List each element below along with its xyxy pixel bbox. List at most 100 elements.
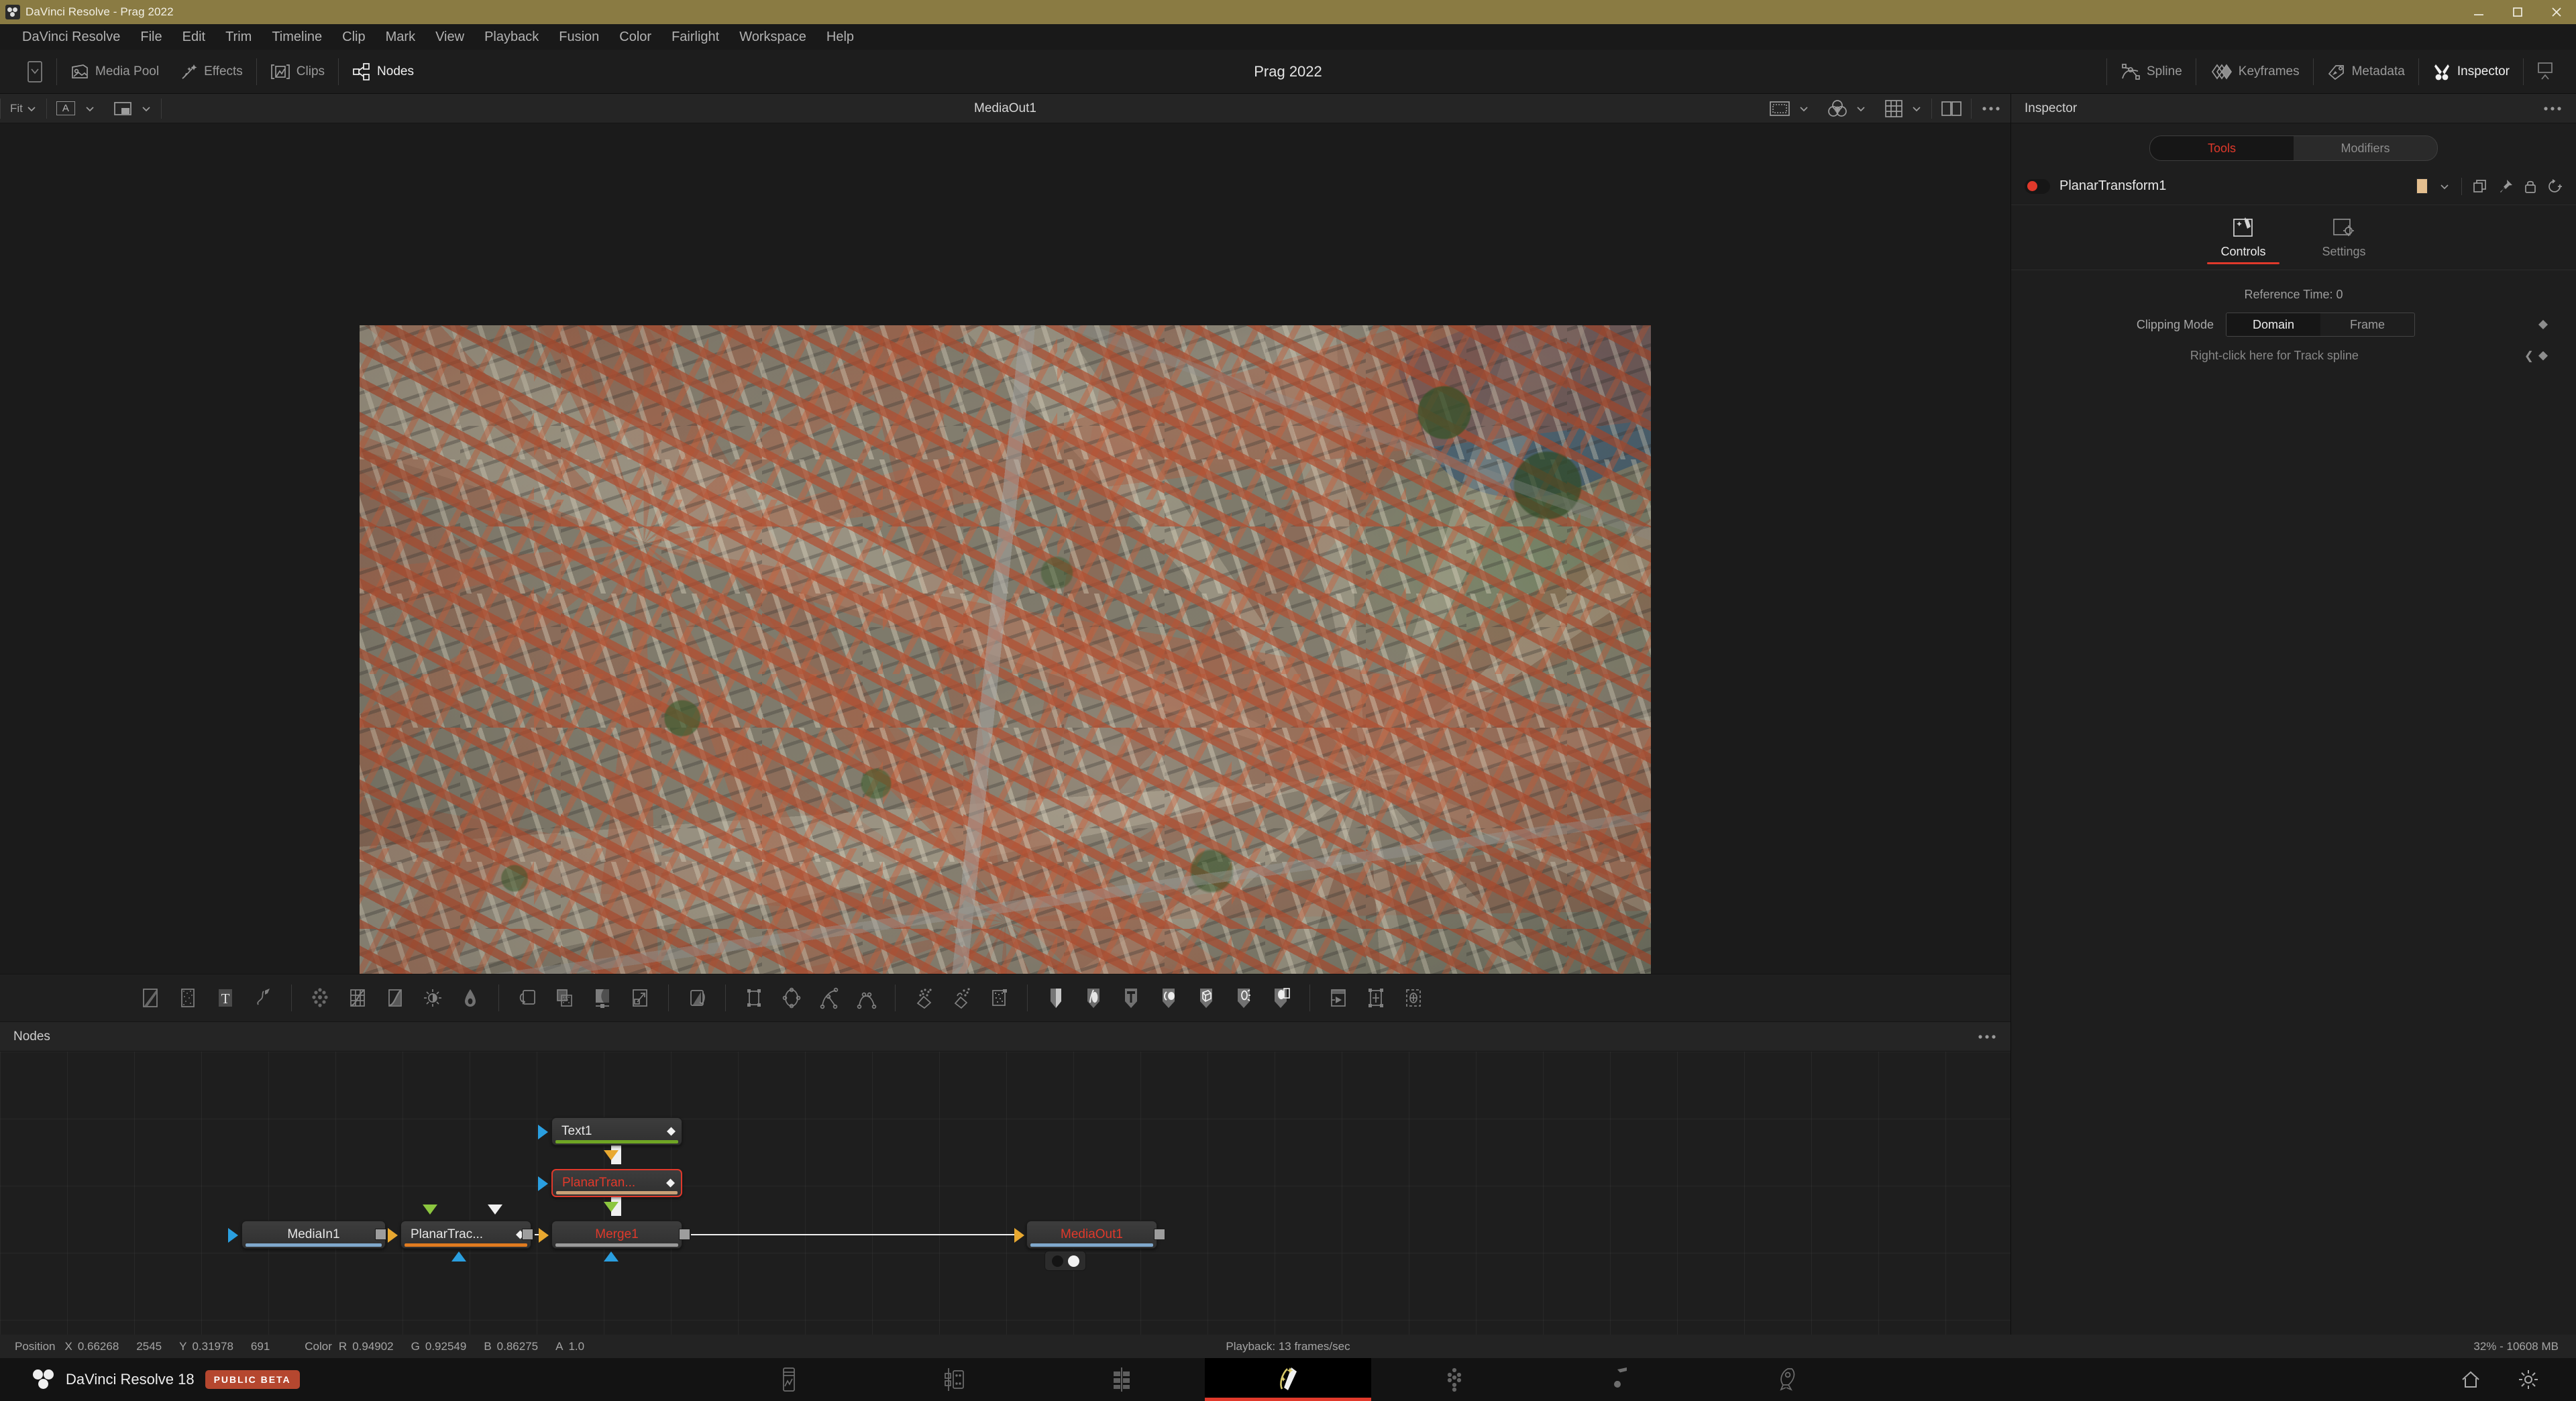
pin-icon[interactable] — [2498, 179, 2513, 194]
toolbar-clips[interactable]: Clips — [260, 56, 335, 87]
node-mediaout1-output-port[interactable] — [1154, 1229, 1165, 1240]
page-color[interactable] — [1371, 1358, 1538, 1401]
inspector-more-options-icon[interactable] — [2542, 105, 2563, 113]
node-mediaout1-input-arrow[interactable] — [1014, 1228, 1024, 1243]
page-fairlight[interactable] — [1538, 1358, 1704, 1401]
node-mediaout1-view-indicators[interactable] — [1044, 1251, 1086, 1271]
gradient-tool-icon[interactable] — [131, 980, 169, 1015]
node-planartransform1[interactable]: PlanarTran... — [551, 1169, 682, 1197]
page-edit[interactable] — [1038, 1358, 1205, 1401]
planar-tracker-icon[interactable] — [1395, 980, 1432, 1015]
brightness-contrast-icon[interactable] — [414, 980, 451, 1015]
node-text1[interactable]: Text1 — [551, 1117, 682, 1145]
menu-help[interactable]: Help — [816, 24, 864, 50]
clipping-mode-frame[interactable]: Frame — [2320, 313, 2414, 336]
reset-icon[interactable] — [2548, 178, 2563, 194]
close-icon[interactable] — [2537, 0, 2576, 24]
color-corrector-icon[interactable] — [339, 980, 376, 1015]
particle-render-icon[interactable] — [943, 980, 980, 1015]
menu-clip[interactable]: Clip — [332, 24, 375, 50]
node-graph-canvas[interactable]: Text1 PlanarTran... MediaIn1 PlanarTrac.… — [0, 1052, 2010, 1335]
keyframe-diamond-icon[interactable] — [2538, 320, 2548, 329]
chevron-left-icon[interactable]: ❮ — [2524, 349, 2534, 363]
layout-preset-icon[interactable] — [2526, 54, 2564, 89]
media-in-icon[interactable] — [1320, 980, 1357, 1015]
menu-workspace[interactable]: Workspace — [729, 24, 816, 50]
color-curves-icon[interactable] — [376, 980, 414, 1015]
page-media[interactable] — [706, 1358, 872, 1401]
node-text1-input-port[interactable] — [538, 1125, 548, 1139]
tab-settings[interactable]: Settings — [2308, 216, 2380, 270]
particle-kill-icon[interactable] — [980, 980, 1018, 1015]
track-spline-hint[interactable]: Right-click here for Track spline — [2025, 349, 2524, 363]
maximize-icon[interactable] — [2498, 0, 2537, 24]
node-mediaout1[interactable]: MediaOut1 — [1026, 1221, 1157, 1249]
page-fusion[interactable] — [1205, 1358, 1371, 1401]
toolbar-keyframes[interactable]: Keyframes — [2199, 56, 2310, 87]
viewer-roi-toggle[interactable] — [1760, 94, 1819, 123]
node-planartracker1[interactable]: PlanarTrac... — [400, 1221, 531, 1249]
toolbar-effects[interactable]: Effects — [170, 56, 254, 87]
copy-icon[interactable] — [2473, 179, 2487, 194]
menu-trim[interactable]: Trim — [215, 24, 262, 50]
enable-toggle[interactable] — [2025, 178, 2050, 194]
node-merge1-input-arrow[interactable] — [539, 1228, 549, 1243]
cube-3d-icon[interactable] — [1187, 980, 1225, 1015]
merge-tool-icon[interactable] — [546, 980, 584, 1015]
menu-color[interactable]: Color — [609, 24, 661, 50]
text-tool-icon[interactable]: T — [207, 980, 244, 1015]
toolbar-metadata[interactable]: Metadata — [2316, 56, 2416, 87]
light-3d-icon[interactable] — [1225, 980, 1263, 1015]
node-planartracker1-output-port[interactable] — [522, 1229, 533, 1240]
viewer-more-options[interactable] — [1972, 94, 2010, 123]
node-merge1[interactable]: Merge1 — [551, 1221, 682, 1249]
toolbar-spline[interactable]: Spline — [2110, 56, 2193, 87]
renderer-3d-icon[interactable] — [1263, 980, 1300, 1015]
rectangle-mask-icon[interactable] — [735, 980, 773, 1015]
tool-color-swatch[interactable] — [2416, 178, 2428, 194]
menu-fairlight[interactable]: Fairlight — [661, 24, 729, 50]
hue-saturation-icon[interactable] — [451, 980, 489, 1015]
toolbar-nodes[interactable]: Nodes — [341, 56, 425, 87]
viewer-2-dot[interactable] — [1067, 1255, 1079, 1267]
menu-file[interactable]: File — [130, 24, 172, 50]
chevron-down-icon[interactable] — [2438, 180, 2451, 192]
flip-tool-icon[interactable] — [678, 980, 716, 1015]
image-plane-3d-icon[interactable] — [1075, 980, 1112, 1015]
viewer-color-mode[interactable] — [1819, 94, 1876, 123]
viewer-1-dot[interactable] — [1051, 1255, 1063, 1267]
node-merge1-output-port[interactable] — [679, 1229, 690, 1240]
keyframe-diamond-icon[interactable] — [2538, 351, 2548, 361]
toolbar-inspector[interactable]: Inspector — [2422, 56, 2520, 87]
page-cut[interactable] — [872, 1358, 1038, 1401]
menu-view[interactable]: View — [425, 24, 474, 50]
viewer-grid-overlay[interactable] — [1876, 94, 1931, 123]
bspline-mask-icon[interactable] — [810, 980, 848, 1015]
menu-playback[interactable]: Playback — [474, 24, 549, 50]
viewer-buffer-selector[interactable]: A — [47, 94, 105, 123]
clipping-mode-domain[interactable]: Domain — [2226, 313, 2320, 336]
viewer-display-mode[interactable] — [105, 94, 161, 123]
transform-tool-icon[interactable] — [508, 980, 546, 1015]
tracker-icon[interactable] — [1357, 980, 1395, 1015]
shape-3d-icon[interactable] — [1037, 980, 1075, 1015]
noise-tool-icon[interactable] — [169, 980, 207, 1015]
polygon-mask-icon[interactable] — [848, 980, 885, 1015]
matte-control-icon[interactable] — [584, 980, 621, 1015]
viewer-zoom-dropdown[interactable]: Fit — [1, 94, 46, 123]
paint-tool-icon[interactable] — [244, 980, 282, 1015]
menu-davinci-resolve[interactable]: DaVinci Resolve — [12, 24, 130, 50]
ellipse-mask-icon[interactable] — [773, 980, 810, 1015]
toolbar-media-pool[interactable]: Media Pool — [60, 56, 170, 87]
node-mediain1[interactable]: MediaIn1 — [241, 1221, 386, 1249]
panel-collapse-icon[interactable] — [16, 54, 54, 89]
node-planartracker1-input-arrow[interactable] — [388, 1228, 398, 1243]
menu-mark[interactable]: Mark — [376, 24, 425, 50]
menu-edit[interactable]: Edit — [172, 24, 215, 50]
minimize-icon[interactable] — [2459, 0, 2498, 24]
node-mediain1-input-port[interactable] — [228, 1228, 238, 1243]
tab-modifiers[interactable]: Modifiers — [2294, 136, 2437, 160]
tab-controls[interactable]: Controls — [2207, 216, 2279, 270]
tab-tools[interactable]: Tools — [2150, 136, 2294, 160]
particle-emitter-icon[interactable] — [905, 980, 943, 1015]
